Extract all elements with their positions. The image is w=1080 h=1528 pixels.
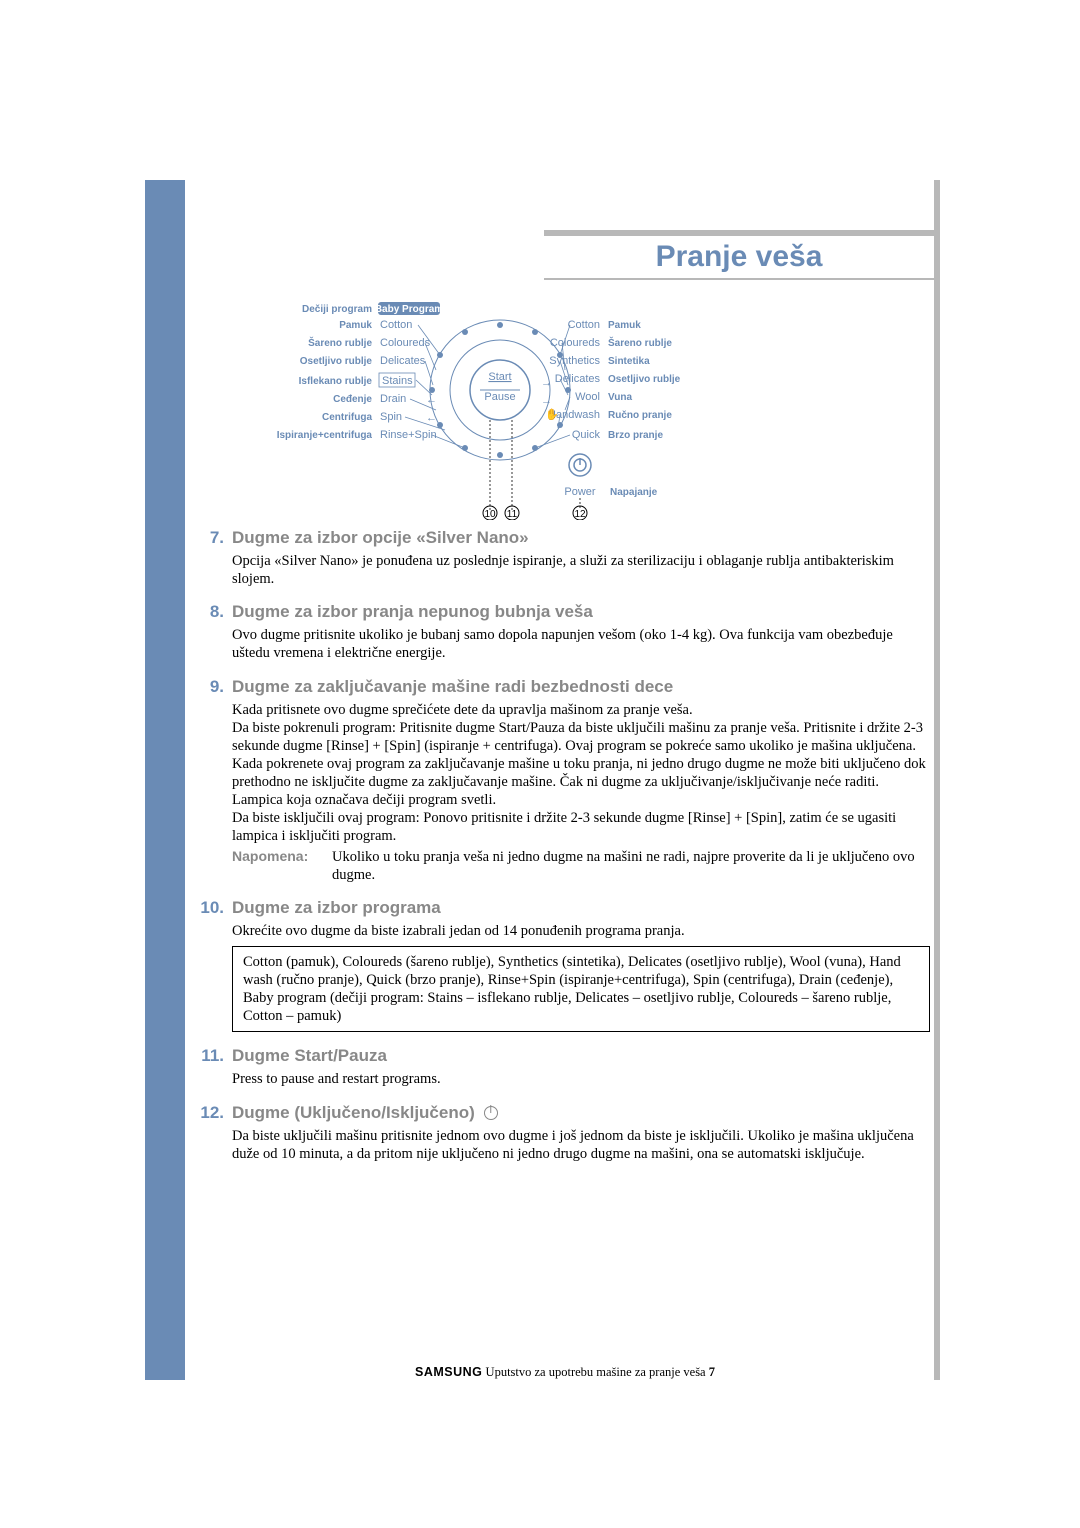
section-body: Okrećite ovo dugme da biste izabrali jed… (232, 922, 930, 940)
svg-text:Cotton: Cotton (568, 319, 600, 331)
svg-text:Osetljivo rublje: Osetljivo rublje (300, 356, 373, 367)
svg-text:Cotton: Cotton (380, 319, 412, 331)
svg-text:11: 11 (507, 509, 518, 520)
svg-text:12: 12 (574, 509, 586, 520)
svg-text:Coloureds: Coloureds (550, 337, 601, 349)
section-body: Opcija «Silver Nano» je ponuđena uz posl… (232, 552, 930, 588)
svg-text:Ručno pranje: Ručno pranje (608, 410, 672, 421)
svg-text:Vuna: Vuna (608, 392, 633, 403)
section-title: Dugme za izbor programa (232, 898, 441, 918)
svg-text:Delicates: Delicates (380, 355, 426, 367)
svg-text:Ceđenje: Ceđenje (333, 394, 372, 405)
svg-text:10: 10 (484, 509, 496, 520)
svg-text:✋: ✋ (545, 408, 559, 421)
svg-text:Baby Program: Baby Program (375, 304, 443, 315)
svg-text:Synthetics: Synthetics (549, 355, 600, 367)
section-8: 8. Dugme za izbor pranja nepunog bubnja … (200, 602, 930, 662)
svg-text:Isflekano rublje: Isflekano rublje (299, 376, 373, 387)
svg-text:Brzo pranje: Brzo pranje (608, 430, 663, 441)
svg-text:Pamuk: Pamuk (339, 320, 372, 331)
section-12: 12. Dugme (Uključeno/Isključeno) Da bist… (200, 1103, 930, 1163)
svg-text:→: → (541, 395, 552, 407)
content-area: 7. Dugme za izbor opcije «Silver Nano» O… (200, 528, 930, 1177)
svg-text:→: → (541, 377, 552, 389)
svg-text:Coloureds: Coloureds (380, 337, 431, 349)
section-body: Press to pause and restart programs. (232, 1070, 930, 1088)
svg-text:Power: Power (564, 486, 596, 498)
section-title: Dugme Start/Pauza (232, 1046, 387, 1066)
svg-text:Stains: Stains (382, 375, 413, 387)
section-title: Dugme (Uključeno/Isključeno) (232, 1103, 498, 1123)
svg-text:Drain: Drain (380, 393, 406, 405)
svg-text:Osetljivo rublje: Osetljivo rublje (608, 374, 681, 385)
dial-start-label: Start (488, 371, 511, 383)
section-number: 12. (200, 1103, 224, 1123)
section-title: Dugme za izbor opcije «Silver Nano» (232, 528, 529, 548)
page: Pranje veša Start Pause Baby Program (0, 0, 1080, 1528)
footer-brand: SAMSUNG (415, 1365, 482, 1379)
section-7: 7. Dugme za izbor opcije «Silver Nano» O… (200, 528, 930, 588)
section-body: Ovo dugme pritisnite ukoliko je bubanj s… (232, 626, 930, 662)
note-text: Ukoliko u toku pranja veša ni jedno dugm… (332, 848, 930, 884)
section-11: 11. Dugme Start/Pauza Press to pause and… (200, 1046, 930, 1088)
svg-text:←: ← (426, 412, 437, 424)
section-number: 9. (200, 677, 224, 697)
svg-text:Dečiji program: Dečiji program (302, 304, 372, 315)
svg-text:Sintetika: Sintetika (608, 356, 650, 367)
svg-text:Wool: Wool (575, 391, 600, 403)
svg-text:Quick: Quick (572, 429, 601, 441)
svg-text:Napajanje: Napajanje (610, 487, 658, 498)
svg-text:Ispiranje+centrifuga: Ispiranje+centrifuga (277, 430, 373, 441)
section-title: Dugme za zaključavanje mašine radi bezbe… (232, 677, 673, 697)
power-icon (484, 1106, 498, 1120)
svg-text:Delicates: Delicates (555, 373, 601, 385)
section-body: Kada pritisnete ovo dugme sprečićete det… (232, 701, 930, 846)
page-footer: SAMSUNG Uputstvo za upotrebu mašine za p… (200, 1365, 930, 1380)
note-label: Napomena: (232, 848, 332, 884)
svg-text:←: ← (426, 394, 437, 406)
svg-text:Pamuk: Pamuk (608, 320, 641, 331)
section-number: 11. (200, 1046, 224, 1066)
svg-text:Centrifuga: Centrifuga (322, 412, 372, 423)
footer-text: Uputstvo za upotrebu mašine za pranje ve… (486, 1365, 706, 1379)
svg-text:Šareno rublje: Šareno rublje (308, 336, 372, 349)
svg-text:Šareno rublje: Šareno rublje (608, 336, 672, 349)
section-number: 7. (200, 528, 224, 548)
dial-left-labels: Cotton Pamuk Coloureds Šareno rublje Del… (277, 319, 465, 448)
grey-margin (934, 180, 940, 1380)
footer-page: 7 (709, 1365, 715, 1379)
section-title: Dugme za izbor pranja nepunog bubnja veš… (232, 602, 593, 622)
section-9: 9. Dugme za zaključavanje mašine radi be… (200, 677, 930, 884)
dial-right-labels: Cotton Pamuk Coloureds Šareno rublje Syn… (535, 319, 681, 448)
page-header-box: Pranje veša (544, 230, 934, 280)
page-title: Pranje veša (656, 240, 823, 274)
section-number: 10. (200, 898, 224, 918)
section-number: 8. (200, 602, 224, 622)
program-list-box: Cotton (pamuk), Coloureds (šareno rublje… (232, 946, 930, 1033)
program-dial-diagram: Start Pause Baby Program Dečiji program … (240, 300, 800, 520)
section-10: 10. Dugme za izbor programa Okrećite ovo… (200, 898, 930, 1033)
svg-text:Rinse+Spin: Rinse+Spin (380, 429, 437, 441)
svg-text:Spin: Spin (380, 411, 402, 423)
blue-sidebar (145, 180, 185, 1380)
section-body: Da biste uključili mašinu pritisnite jed… (232, 1127, 930, 1163)
dial-pause-label: Pause (484, 391, 515, 403)
